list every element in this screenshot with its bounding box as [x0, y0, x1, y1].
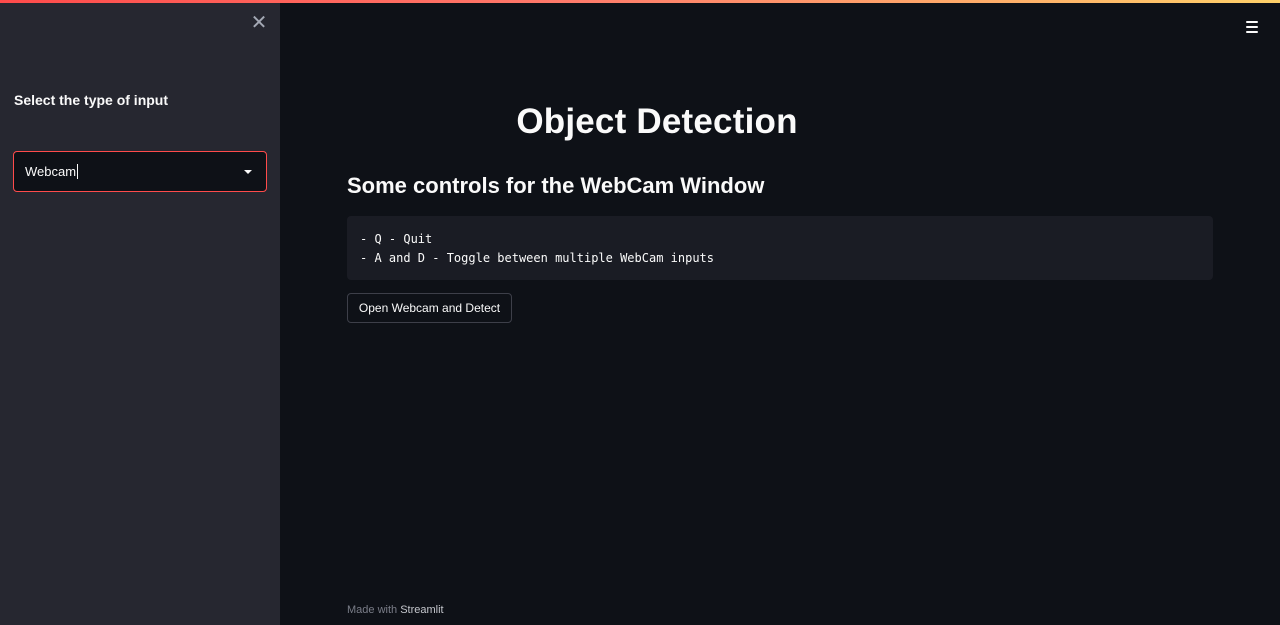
select-value-text: Webcam: [25, 164, 77, 179]
open-webcam-detect-button[interactable]: Open Webcam and Detect: [347, 293, 512, 323]
chevron-down-icon: [244, 170, 252, 174]
input-type-select[interactable]: Webcam: [13, 151, 267, 192]
footer: Made with Streamlit: [347, 604, 444, 616]
select-label: Select the type of input: [14, 92, 169, 108]
footer-prefix: Made with: [347, 604, 398, 616]
text-caret: [77, 164, 79, 179]
sidebar: ✕ Select the type of input Webcam: [0, 0, 280, 625]
controls-subheader: Some controls for the WebCam Window: [347, 173, 765, 198]
page-title: Object Detection: [516, 102, 798, 141]
control-line-quit: - Q - Quit: [360, 232, 433, 246]
top-decoration-bar: [0, 0, 1280, 3]
control-line-toggle: - A and D - Toggle between multiple WebC…: [360, 251, 715, 265]
close-icon[interactable]: ✕: [249, 12, 269, 34]
controls-code-block: - Q - Quit - A and D - Toggle between mu…: [347, 216, 1213, 280]
select-value: Webcam: [25, 164, 79, 179]
main-content: Object Detection Some controls for the W…: [280, 0, 1280, 625]
footer-brand-link[interactable]: Streamlit: [400, 604, 443, 616]
